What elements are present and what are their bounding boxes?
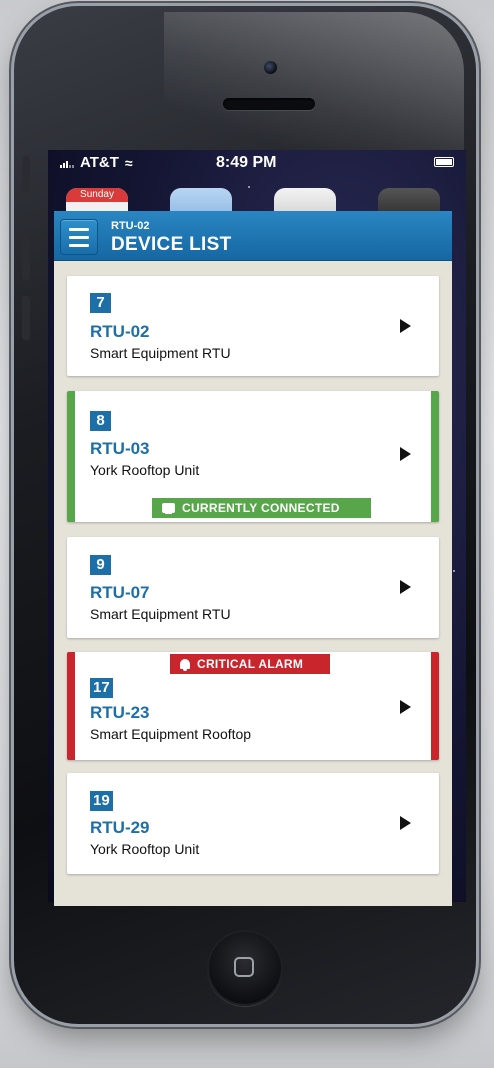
device-name: RTU-07 [90, 583, 150, 602]
device-name: RTU-03 [90, 439, 150, 458]
device-number: 7 [90, 293, 111, 313]
device-card[interactable]: 9 RTU-07 Smart Equipment RTU [67, 537, 439, 638]
device-list-app: RTU-02 DEVICE LIST 7 RTU-02 Smart Equipm… [54, 211, 452, 906]
device-number: 19 [90, 791, 113, 811]
device-name: RTU-23 [90, 703, 150, 722]
device-card[interactable]: 7 RTU-02 Smart Equipment RTU [67, 276, 439, 376]
chevron-right-icon [400, 700, 411, 714]
device-number: 9 [90, 555, 111, 575]
device-name: RTU-29 [90, 818, 150, 837]
app-header: RTU-02 DEVICE LIST [54, 211, 452, 261]
device-card[interactable]: 19 RTU-29 York Rooftop Unit [67, 773, 439, 874]
status-time: 8:49 PM [216, 154, 277, 171]
header-subtitle: RTU-02 [111, 220, 150, 232]
status-badge-label: CRITICAL ALARM [197, 657, 304, 671]
battery-icon [434, 157, 454, 167]
device-description: Smart Equipment Rooftop [90, 726, 252, 742]
bell-icon [180, 659, 190, 671]
chevron-right-icon [400, 580, 411, 594]
device-description: York Rooftop Unit [90, 462, 200, 478]
earpiece-speaker [223, 98, 315, 110]
carrier-info: AT&T ≈ [60, 154, 133, 171]
home-square-icon [234, 957, 254, 977]
connection-icon [162, 503, 175, 514]
page-title: DEVICE LIST [111, 234, 232, 255]
device-description: York Rooftop Unit [90, 841, 200, 857]
chevron-right-icon [400, 319, 411, 333]
device-description: Smart Equipment RTU [90, 345, 231, 361]
device-card-alarm[interactable]: CRITICAL ALARM 17 RTU-23 Smart Equipment… [67, 652, 439, 760]
status-bar: AT&T ≈ 8:49 PM [48, 150, 466, 172]
carrier-name: AT&T [80, 154, 119, 171]
device-number: 8 [90, 411, 111, 431]
volume-up-button [22, 236, 30, 280]
status-badge-connected: CURRENTLY CONNECTED [152, 498, 371, 518]
front-camera [264, 61, 277, 74]
status-badge-label: CURRENTLY CONNECTED [182, 501, 340, 515]
home-button[interactable] [207, 930, 283, 1006]
device-name: RTU-02 [90, 322, 150, 341]
calendar-day-label: Sunday [66, 188, 128, 202]
menu-button[interactable] [60, 219, 98, 255]
home-screen-icons: Sunday [48, 174, 466, 228]
device-card-connected[interactable]: 8 RTU-03 York Rooftop Unit CURRENTLY CON… [67, 391, 439, 522]
wifi-icon: ≈ [124, 154, 133, 171]
mute-switch [22, 156, 30, 192]
device-number: 17 [90, 678, 113, 698]
status-badge-alarm: CRITICAL ALARM [170, 654, 330, 674]
signal-icon [60, 158, 74, 168]
chevron-right-icon [400, 447, 411, 461]
hamburger-icon [69, 227, 89, 231]
chevron-right-icon [400, 816, 411, 830]
device-description: Smart Equipment RTU [90, 606, 231, 622]
volume-down-button [22, 296, 30, 340]
